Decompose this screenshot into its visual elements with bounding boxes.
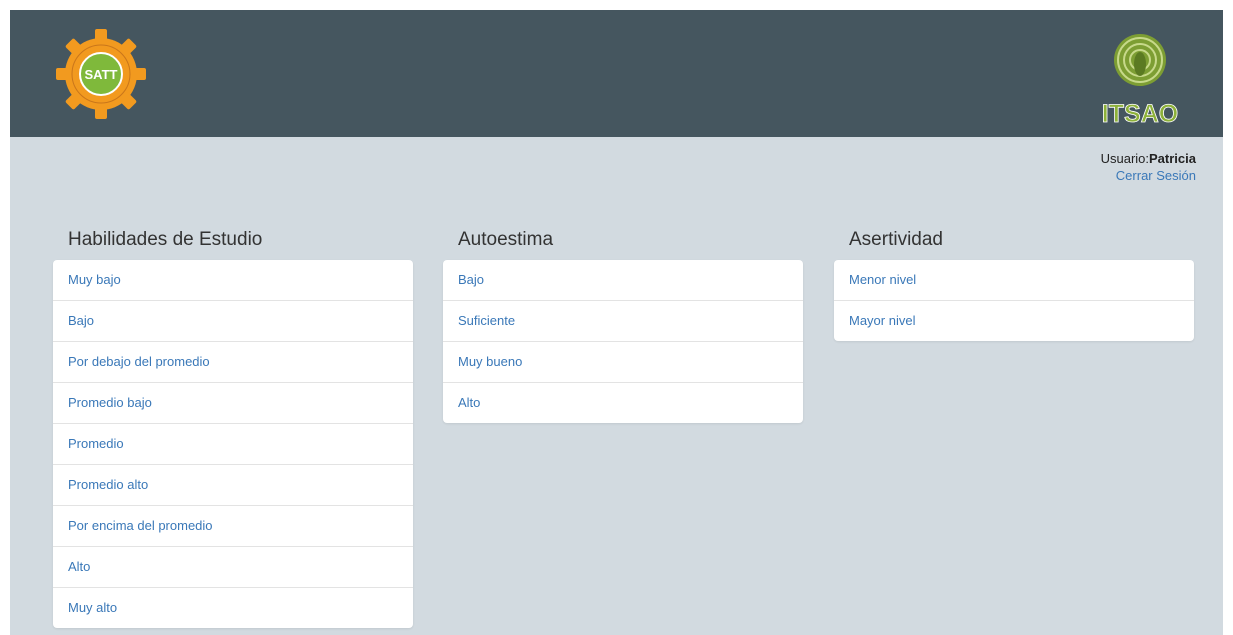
user-line: Usuario:Patricia xyxy=(1101,150,1196,167)
list-item[interactable]: Promedio xyxy=(53,423,413,464)
column-title: Autoestima xyxy=(458,229,554,250)
satt-logo-text: SATT xyxy=(85,67,118,82)
list-item[interactable]: Por encima del promedio xyxy=(53,505,413,546)
list-item[interactable]: Muy bueno xyxy=(443,341,803,382)
logout-link[interactable]: Cerrar Sesión xyxy=(1116,168,1196,183)
page-frame: SATT ITSAO Usuario:Patricia Cerrar Sesió… xyxy=(10,10,1223,635)
header-bar: SATT ITSAO xyxy=(10,10,1223,137)
list-item[interactable]: Promedio bajo xyxy=(53,382,413,423)
list-item[interactable]: Mayor nivel xyxy=(834,300,1194,341)
list-item[interactable]: Muy bajo xyxy=(53,260,413,300)
list-item[interactable]: Bajo xyxy=(443,260,803,300)
list-item[interactable]: Bajo xyxy=(53,300,413,341)
list-habilidades: Muy bajo Bajo Por debajo del promedio Pr… xyxy=(53,260,413,628)
list-item[interactable]: Por debajo del promedio xyxy=(53,341,413,382)
list-item[interactable]: Promedio alto xyxy=(53,464,413,505)
column-title: Habilidades de Estudio xyxy=(68,229,263,250)
list-item[interactable]: Alto xyxy=(53,546,413,587)
list-item[interactable]: Suficiente xyxy=(443,300,803,341)
column-habilidades: Habilidades de Estudio Muy bajo Bajo Por… xyxy=(53,224,413,628)
list-autoestima: Bajo Suficiente Muy bueno Alto xyxy=(443,260,803,423)
list-item[interactable]: Alto xyxy=(443,382,803,423)
column-autoestima: Autoestima Bajo Suficiente Muy bueno Alt… xyxy=(443,224,803,423)
column-title: Asertividad xyxy=(849,229,943,250)
column-asertividad: Asertividad Menor nivel Mayor nivel xyxy=(834,224,1194,341)
user-name: Patricia xyxy=(1149,151,1196,166)
list-item[interactable]: Muy alto xyxy=(53,587,413,628)
satt-logo[interactable]: SATT xyxy=(56,29,146,119)
list-asertividad: Menor nivel Mayor nivel xyxy=(834,260,1194,341)
user-label: Usuario: xyxy=(1100,151,1150,166)
itsao-logo-text: ITSAO xyxy=(1102,100,1178,128)
list-item[interactable]: Menor nivel xyxy=(834,260,1194,300)
itsao-logo[interactable]: ITSAO xyxy=(1089,24,1191,128)
user-box: Usuario:Patricia Cerrar Sesión xyxy=(1101,150,1196,184)
